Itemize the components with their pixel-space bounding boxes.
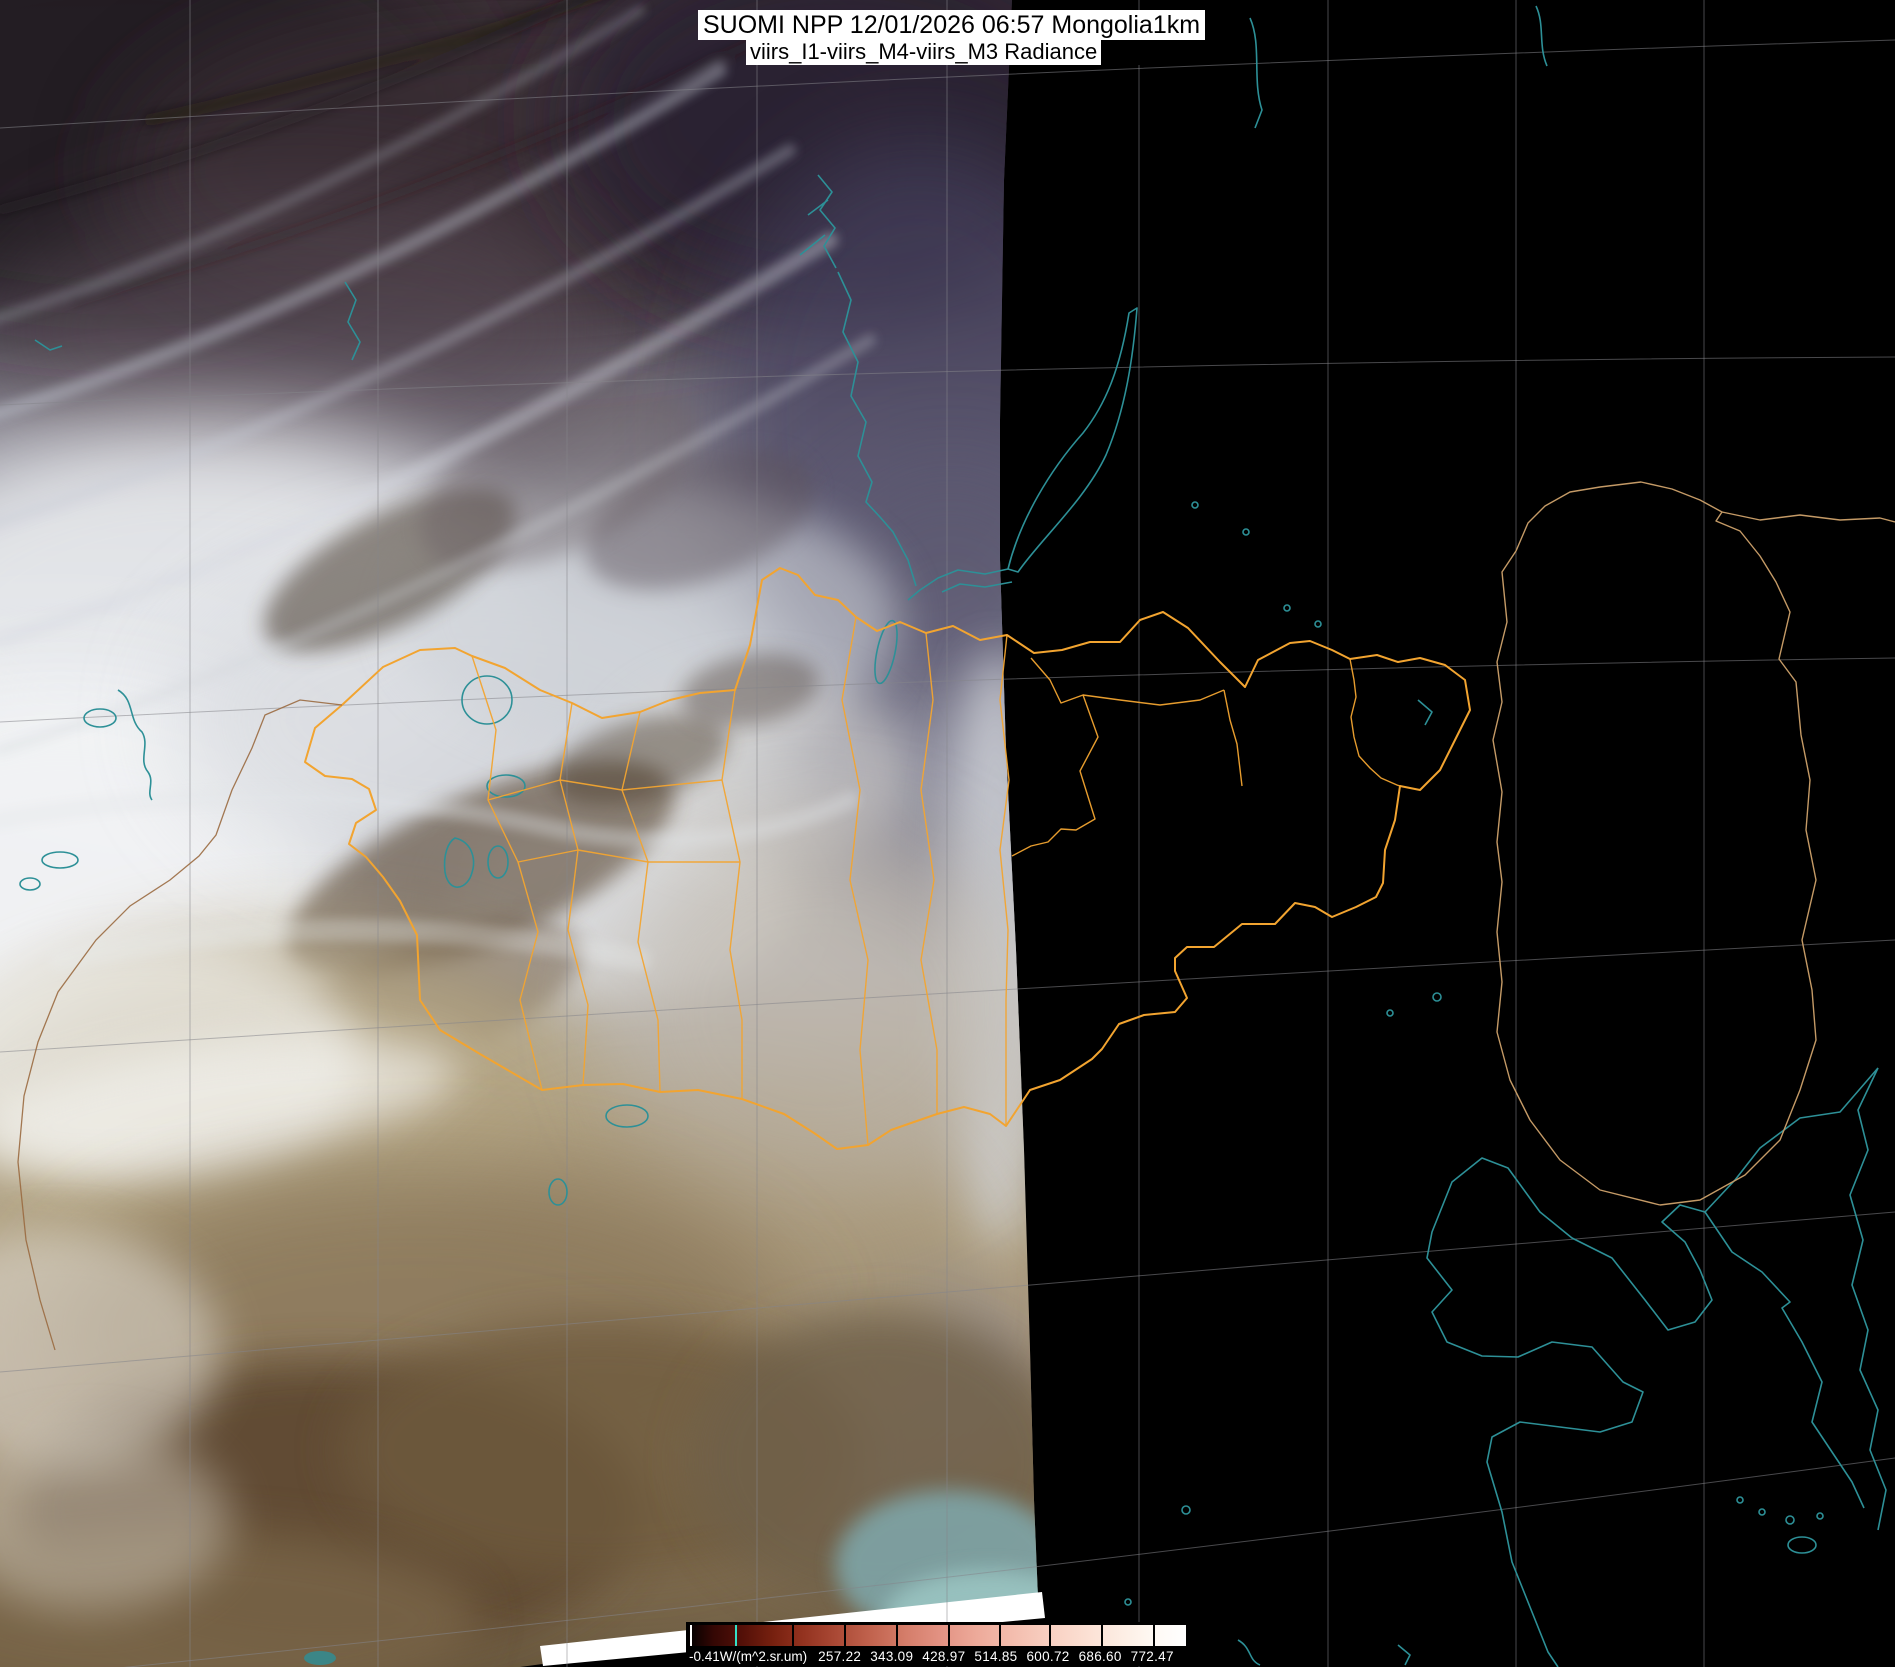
colorbar-tick-label: 772.47 xyxy=(1131,1649,1174,1664)
title-filler-block xyxy=(1101,40,1159,65)
title-annotation: SUOMI NPP 12/01/2026 06:57 Mongolia1km v… xyxy=(698,10,1205,40)
colorbar-tick xyxy=(1049,1625,1051,1646)
colorbar-marker-tick xyxy=(735,1625,737,1646)
colorbar-tick-label: 257.22 xyxy=(818,1649,861,1664)
colorbar-tick xyxy=(1184,1625,1186,1646)
colorbar-gradient-bar xyxy=(688,1625,1186,1646)
colorbar-tick xyxy=(1101,1625,1103,1646)
colorbar-labels: -0.41W/(m^2.sr.um) 257.22 343.09 428.97 … xyxy=(688,1646,1190,1666)
colorbar-tick-label: 343.09 xyxy=(870,1649,913,1664)
colorbar-tick-label: 600.72 xyxy=(1026,1649,1069,1664)
radiance-colorbar: -0.41W/(m^2.sr.um) 257.22 343.09 428.97 … xyxy=(686,1622,1192,1666)
colorbar-tick-label: 514.85 xyxy=(974,1649,1017,1664)
colorbar-tick-label: 428.97 xyxy=(922,1649,965,1664)
colorbar-tick xyxy=(1153,1625,1155,1646)
colorbar-unit-label: -0.41W/(m^2.sr.um) xyxy=(689,1649,807,1664)
colorbar-tick xyxy=(792,1625,794,1646)
colorbar-tick-label: 686.60 xyxy=(1079,1649,1122,1664)
title-line-1: SUOMI NPP 12/01/2026 06:57 Mongolia1km xyxy=(698,10,1205,40)
satellite-map xyxy=(0,0,1895,1667)
colorbar-tick xyxy=(844,1625,846,1646)
colorbar-tick xyxy=(999,1625,1001,1646)
colorbar-tick xyxy=(690,1625,692,1646)
colorbar-tick xyxy=(948,1625,950,1646)
satellite-viewer-screenshot: SUOMI NPP 12/01/2026 06:57 Mongolia1km v… xyxy=(0,0,1895,1667)
satellite-swath-imagery xyxy=(0,0,1130,1667)
title-line-2: viirs_I1-viirs_M4-viirs_M3 Radiance xyxy=(746,40,1101,65)
colorbar-tick xyxy=(896,1625,898,1646)
